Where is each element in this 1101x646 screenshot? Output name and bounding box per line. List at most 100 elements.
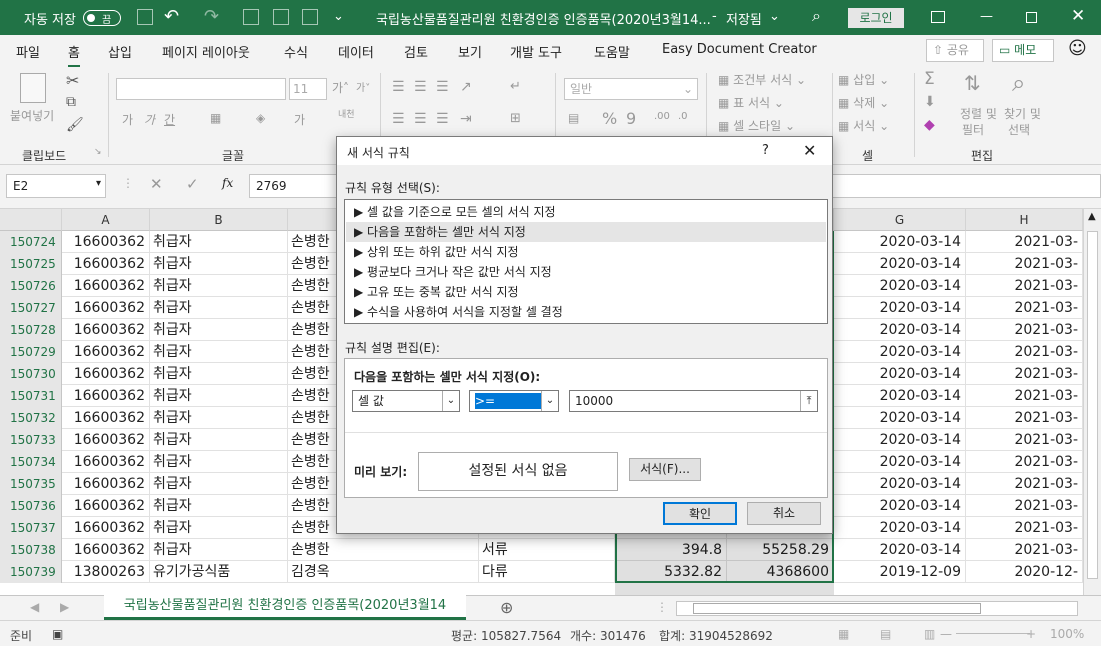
cell-g[interactable]: 2020-03-14 [834,297,966,319]
column-header-b[interactable]: B [150,209,288,231]
dialog-close-icon[interactable]: ✕ [803,141,816,160]
align-top-icon[interactable]: ☰ [392,79,405,95]
name-box[interactable]: E2 ▾ [6,174,106,198]
rule-type-item[interactable]: ▶ 셀 값을 기준으로 모든 셀의 서식 지정 [346,202,826,222]
row-header[interactable]: 150725 [0,253,62,275]
form-icon[interactable] [273,9,289,25]
cell-h[interactable]: 2021-03- [966,297,1083,319]
cell-a[interactable]: 16600362 [62,539,150,561]
row-header[interactable]: 150737 [0,517,62,539]
page-break-view-icon[interactable]: ▥ [924,627,935,641]
cell-b[interactable]: 취급자 [150,297,288,319]
login-button[interactable]: 로그인 [848,8,904,28]
h-scroll-thumb[interactable] [693,603,981,614]
row-header[interactable]: 150734 [0,451,62,473]
delete-cells-button[interactable]: ▦ 삭제 ⌄ [838,94,889,111]
cell-b[interactable]: 취급자 [150,275,288,297]
cell-a[interactable]: 16600362 [62,297,150,319]
cell-a[interactable]: 16600362 [62,473,150,495]
tab-page-layout[interactable]: 페이지 레이아웃 [162,42,250,61]
row-header[interactable]: 150728 [0,319,62,341]
font-name-select[interactable] [116,78,286,100]
vertical-scrollbar[interactable]: ▲ [1083,209,1101,595]
cell-a[interactable]: 16600362 [62,429,150,451]
column-header-a[interactable]: A [62,209,150,231]
cell-g[interactable]: 2020-03-14 [834,495,966,517]
cell-a[interactable]: 16600362 [62,319,150,341]
rule-type-item[interactable]: ▶ 평균보다 크거나 작은 값만 서식 지정 [346,262,826,282]
increase-font-icon[interactable]: 가˄ [332,79,349,96]
align-left-icon[interactable]: ☰ [392,111,405,127]
number-format-select[interactable]: 일반 ⌄ [564,78,698,100]
zoom-in-icon[interactable]: + [1026,627,1036,641]
fill-icon[interactable]: ⬇ [924,94,936,110]
row-header[interactable]: 150726 [0,275,62,297]
cell-b[interactable]: 취급자 [150,319,288,341]
macro-record-icon[interactable]: ▣ [52,627,63,641]
value-input[interactable]: 10000 ⤒ [569,390,818,412]
cell-g[interactable]: 2020-03-14 [834,231,966,253]
operator-select[interactable]: >= ⌄ [469,390,559,412]
cell-b[interactable]: 취급자 [150,495,288,517]
row-header[interactable]: 150724 [0,231,62,253]
cell-a[interactable]: 16600362 [62,451,150,473]
cell-b[interactable]: 취급자 [150,429,288,451]
italic-icon[interactable]: 가 [144,111,155,128]
clear-icon[interactable]: ◆ [924,117,935,133]
indent-icon[interactable]: ⇥ [460,111,472,127]
tab-splitter-icon[interactable]: ⋮ [656,600,668,614]
tab-view[interactable]: 보기 [458,42,482,61]
fill-color-icon[interactable]: ◈ [256,111,265,125]
ribbon-display-icon[interactable] [931,11,945,23]
cell-g[interactable]: 2020-03-14 [834,451,966,473]
cell-a[interactable]: 16600362 [62,275,150,297]
row-header[interactable]: 150732 [0,407,62,429]
align-center-icon[interactable]: ☰ [414,111,427,127]
format-as-table-button[interactable]: ▦ 표 서식 ⌄ [718,94,784,111]
cell-h[interactable]: 2021-03- [966,539,1083,561]
cell-g[interactable]: 2020-03-14 [834,341,966,363]
align-right-icon[interactable]: ☰ [436,111,449,127]
comments-button[interactable]: ▭ 메모 [992,39,1054,62]
cell-h[interactable]: 2021-03- [966,407,1083,429]
sort-filter-label-1[interactable]: 정렬 및 [960,105,997,122]
cell-a[interactable]: 13800263 [62,561,150,583]
paste-icon[interactable] [20,73,46,103]
cell-h[interactable]: 2021-03- [966,363,1083,385]
sort-filter-icon[interactable]: ⇅ [964,71,981,95]
cell-b[interactable]: 취급자 [150,341,288,363]
next-sheet-icon[interactable]: ▶ [60,600,69,614]
cell-h[interactable]: 2021-03- [966,275,1083,297]
align-middle-icon[interactable]: ☰ [414,79,427,95]
find-select-label-2[interactable]: 선택 [1008,121,1030,138]
tab-formulas[interactable]: 수식 [284,42,308,61]
maximize-icon[interactable] [1026,12,1037,23]
cell-h[interactable]: 2021-03- [966,385,1083,407]
cell-g[interactable]: 2020-03-14 [834,275,966,297]
cell-b[interactable]: 취급자 [150,253,288,275]
range-select-icon[interactable]: ⤒ [800,391,817,411]
underline-icon[interactable]: 간 [164,111,175,128]
bold-icon[interactable]: 가 [122,111,133,128]
cell-a[interactable]: 16600362 [62,517,150,539]
cell-style-button[interactable]: ▦ 셀 스타일 ⌄ [718,117,795,134]
cell-h[interactable]: 2021-03- [966,231,1083,253]
border-icon[interactable]: ▦ [210,111,221,125]
cell-b[interactable]: 취급자 [150,517,288,539]
cell-b[interactable]: 취급자 [150,473,288,495]
row-header[interactable]: 150729 [0,341,62,363]
cut-icon[interactable]: ✂ [66,71,79,90]
row-header[interactable]: 150738 [0,539,62,561]
cell-h[interactable]: 2021-03- [966,253,1083,275]
comma-icon[interactable]: 9 [626,109,636,128]
cell-h[interactable]: 2021-03- [966,517,1083,539]
cell-b[interactable]: 유기가공식품 [150,561,288,583]
cell-h[interactable]: 2021-03- [966,341,1083,363]
autosave-toggle[interactable]: 끔 [83,10,121,26]
zoom-out-icon[interactable]: — [940,627,952,641]
scroll-thumb[interactable] [1087,231,1098,579]
horizontal-scrollbar[interactable] [676,601,1078,616]
feedback-smiley-icon[interactable]: ☺ [1068,38,1087,59]
copy-icon[interactable]: ⧉ [66,94,76,110]
paste-label[interactable]: 붙여넣기 [10,107,54,124]
